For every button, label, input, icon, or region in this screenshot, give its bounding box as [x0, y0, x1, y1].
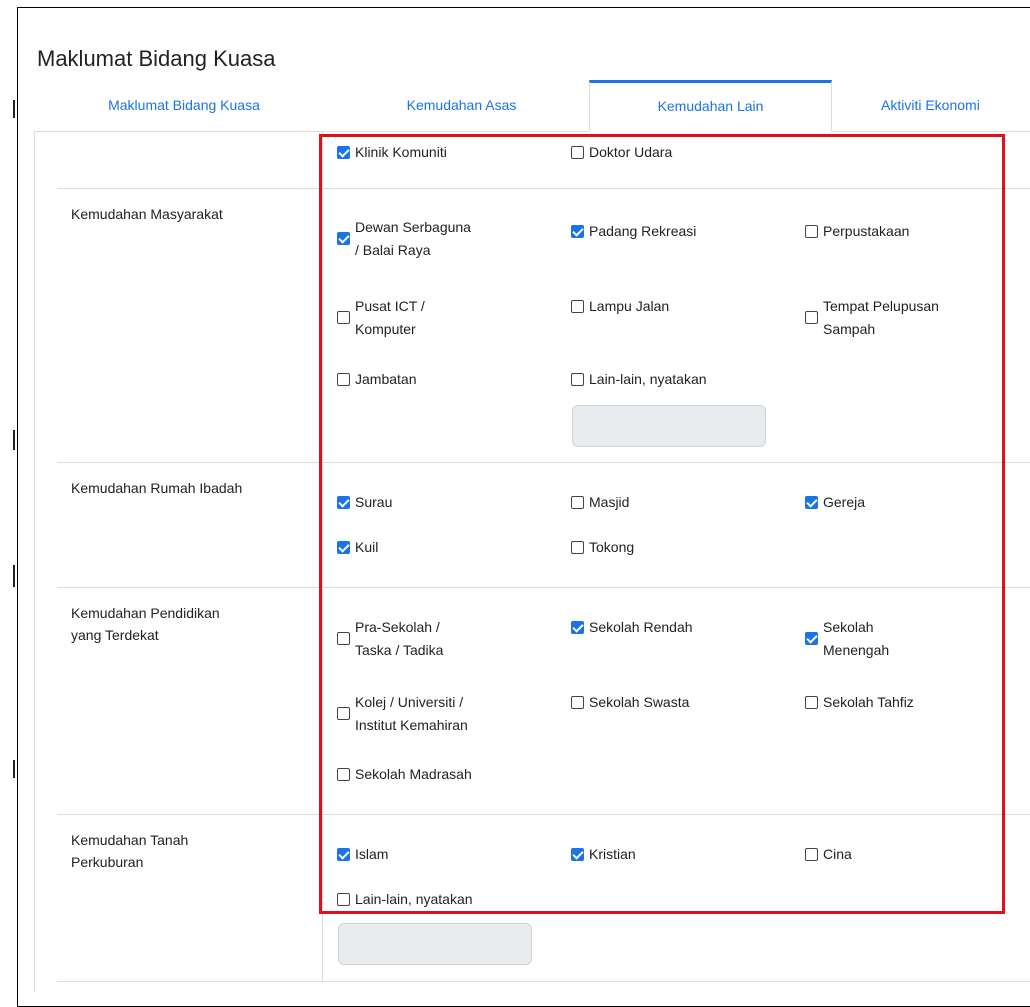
checkbox-icon[interactable]	[805, 311, 818, 324]
checkbox-lampu-jalan[interactable]: Lampu Jalan	[571, 295, 669, 318]
check-icon[interactable]	[805, 632, 818, 645]
checkbox-jambatan[interactable]: Jambatan	[337, 368, 416, 391]
tab-bar: Maklumat Bidang Kuasa Kemudahan Asas Kem…	[34, 80, 1030, 132]
check-icon[interactable]	[337, 146, 350, 159]
tab-aktiviti-ekonomi[interactable]: Aktiviti Ekonomi	[832, 80, 1030, 132]
checkbox-sekolah-tahfiz[interactable]: Sekolah Tahfiz	[805, 691, 914, 714]
check-icon[interactable]	[571, 225, 584, 238]
checkbox-sekolah-menengah[interactable]: Sekolah Menengah	[805, 616, 889, 662]
checkbox-icon[interactable]	[337, 632, 350, 645]
check-icon[interactable]	[571, 621, 584, 634]
section-label: Kemudahan Tanah Perkuburan	[57, 815, 323, 981]
checkbox-icon[interactable]	[337, 373, 350, 386]
section-label: Kemudahan Pendidikan yang Terdekat	[57, 588, 323, 814]
checkbox-kristian[interactable]: Kristian	[571, 843, 636, 866]
checkbox-sekolah-swasta[interactable]: Sekolah Swasta	[571, 691, 689, 714]
checkbox-dewan-serbaguna[interactable]: Dewan Serbaguna / Balai Raya	[337, 216, 471, 262]
checkbox-icon[interactable]	[571, 373, 584, 386]
checkbox-surau[interactable]: Surau	[337, 491, 392, 514]
section-health-row: Klinik Komuniti Doktor Udara	[57, 132, 1030, 189]
checkbox-pusat-ict[interactable]: Pusat ICT / Komputer	[337, 295, 425, 341]
page-title: Maklumat Bidang Kuasa	[37, 46, 276, 71]
section-kemudahan-tanah-perkuburan: Kemudahan Tanah Perkuburan Islam Kristia…	[57, 815, 1030, 982]
checkbox-icon[interactable]	[337, 893, 350, 906]
checkbox-pra-sekolah[interactable]: Pra-Sekolah / Taska / Tadika	[337, 616, 443, 662]
checkbox-cina[interactable]: Cina	[805, 843, 852, 866]
section-label: Kemudahan Rumah Ibadah	[57, 463, 323, 587]
checkbox-icon[interactable]	[805, 848, 818, 861]
section-kemudahan-pendidikan: Kemudahan Pendidikan yang Terdekat Pra-S…	[57, 588, 1030, 815]
check-icon[interactable]	[337, 848, 350, 861]
checkbox-icon[interactable]	[805, 696, 818, 709]
check-icon[interactable]	[805, 496, 818, 509]
checkbox-lain-lain-masyarakat[interactable]: Lain-lain, nyatakan	[571, 368, 707, 391]
checkbox-icon[interactable]	[337, 707, 350, 720]
checkbox-padang-rekreasi[interactable]: Padang Rekreasi	[571, 220, 696, 243]
checkbox-sekolah-madrasah[interactable]: Sekolah Madrasah	[337, 763, 472, 786]
checkbox-kuil[interactable]: Kuil	[337, 536, 378, 559]
check-icon[interactable]	[337, 232, 350, 245]
lain-lain-perkuburan-input[interactable]	[338, 923, 532, 965]
section-kemudahan-masyarakat: Kemudahan Masyarakat Dewan Serbaguna / B…	[57, 189, 1030, 463]
checkbox-sekolah-rendah[interactable]: Sekolah Rendah	[571, 616, 693, 639]
checkbox-icon[interactable]	[571, 696, 584, 709]
checkbox-icon[interactable]	[337, 311, 350, 324]
checkbox-icon[interactable]	[805, 225, 818, 238]
checkbox-doktor-udara[interactable]: Doktor Udara	[571, 141, 672, 164]
checkbox-icon[interactable]	[337, 768, 350, 781]
section-label: Kemudahan Masyarakat	[57, 189, 323, 462]
checkbox-tempat-pelupusan-sampah[interactable]: Tempat Pelupusan Sampah	[805, 295, 939, 341]
lain-lain-masyarakat-input[interactable]	[572, 405, 766, 447]
checkbox-tokong[interactable]: Tokong	[571, 536, 634, 559]
check-icon[interactable]	[571, 848, 584, 861]
checkbox-islam[interactable]: Islam	[337, 843, 388, 866]
check-icon[interactable]	[337, 496, 350, 509]
section-kemudahan-rumah-ibadah: Kemudahan Rumah Ibadah Surau Masjid Gere…	[57, 463, 1030, 588]
tab-maklumat-bidang-kuasa[interactable]: Maklumat Bidang Kuasa	[34, 80, 334, 132]
tab-kemudahan-asas[interactable]: Kemudahan Asas	[334, 80, 589, 132]
check-icon[interactable]	[337, 541, 350, 554]
checkbox-icon[interactable]	[571, 300, 584, 313]
checkbox-icon[interactable]	[571, 496, 584, 509]
checkbox-masjid[interactable]: Masjid	[571, 491, 629, 514]
checkbox-perpustakaan[interactable]: Perpustakaan	[805, 220, 909, 243]
checkbox-icon[interactable]	[571, 541, 584, 554]
checkbox-gereja[interactable]: Gereja	[805, 491, 865, 514]
tab-kemudahan-lain[interactable]: Kemudahan Lain	[589, 80, 832, 132]
section-label-empty	[57, 132, 323, 188]
checkbox-icon[interactable]	[571, 146, 584, 159]
checkbox-lain-lain-perkuburan[interactable]: Lain-lain, nyatakan	[337, 888, 473, 911]
checkbox-kolej-universiti[interactable]: Kolej / Universiti / Institut Kemahiran	[337, 691, 468, 737]
checkbox-klinik-komuniti[interactable]: Klinik Komuniti	[337, 141, 447, 164]
